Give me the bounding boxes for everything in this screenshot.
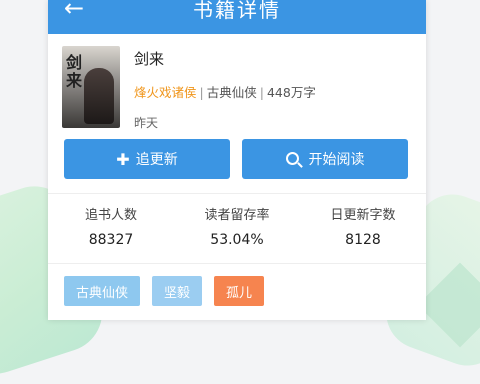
tag-chip[interactable]: 坚毅 [152,276,203,306]
cover-figure [84,68,114,124]
stat-value: 8128 [345,232,381,248]
book-genre: 古典仙侠 [206,85,257,100]
book-cover[interactable]: 剑来 [62,46,120,128]
tag-chip[interactable]: 古典仙侠 [64,276,141,306]
stat-daily-words: 日更新字数 8128 [300,204,426,256]
tag-chip[interactable]: 孤儿 [214,276,265,306]
book-author[interactable]: 烽火戏诸侯 [134,85,197,100]
follow-updates-button[interactable]: ✚ 追更新 [64,139,230,179]
divider [48,193,426,194]
stat-value: 53.04% [210,232,264,248]
stat-value: 88327 [88,232,134,248]
meta-separator: | [199,85,204,100]
start-reading-label: 开始阅读 [308,152,365,168]
book-title: 剑来 [134,50,165,68]
meta-separator: | [259,85,264,100]
book-meta: 烽火戏诸侯 | 古典仙侠 | 448万字 [134,82,316,101]
follow-updates-label: 追更新 [135,152,178,168]
start-reading-button[interactable]: 开始阅读 [242,139,408,179]
cover-title: 剑来 [66,53,83,90]
divider [48,263,426,264]
app-header: ← 书籍详情 [48,0,426,34]
book-word-count: 448万字 [266,85,316,100]
stat-label: 日更新字数 [330,208,396,223]
stat-label: 读者留存率 [204,208,270,223]
page-title: 书籍详情 [193,0,281,22]
plus-icon: ✚ [116,149,130,169]
book-tags: 古典仙侠 坚毅 孤儿 [64,276,265,306]
book-detail-screen: ← 书籍详情 剑来 剑来 烽火戏诸侯 | 古典仙侠 | 448万字 昨天 ✚ 追更新 开… [48,0,426,320]
search-icon [285,151,299,165]
stat-followers: 追书人数 88327 [48,204,174,256]
book-stats: 追书人数 88327 读者留存率 53.04% 日更新字数 8128 [48,204,426,256]
stat-retention: 读者留存率 53.04% [174,204,300,256]
stat-label: 追书人数 [84,208,137,223]
book-updated-time: 昨天 [134,116,159,130]
book-info: 剑来 剑来 烽火戏诸侯 | 古典仙侠 | 448万字 昨天 [62,46,416,132]
